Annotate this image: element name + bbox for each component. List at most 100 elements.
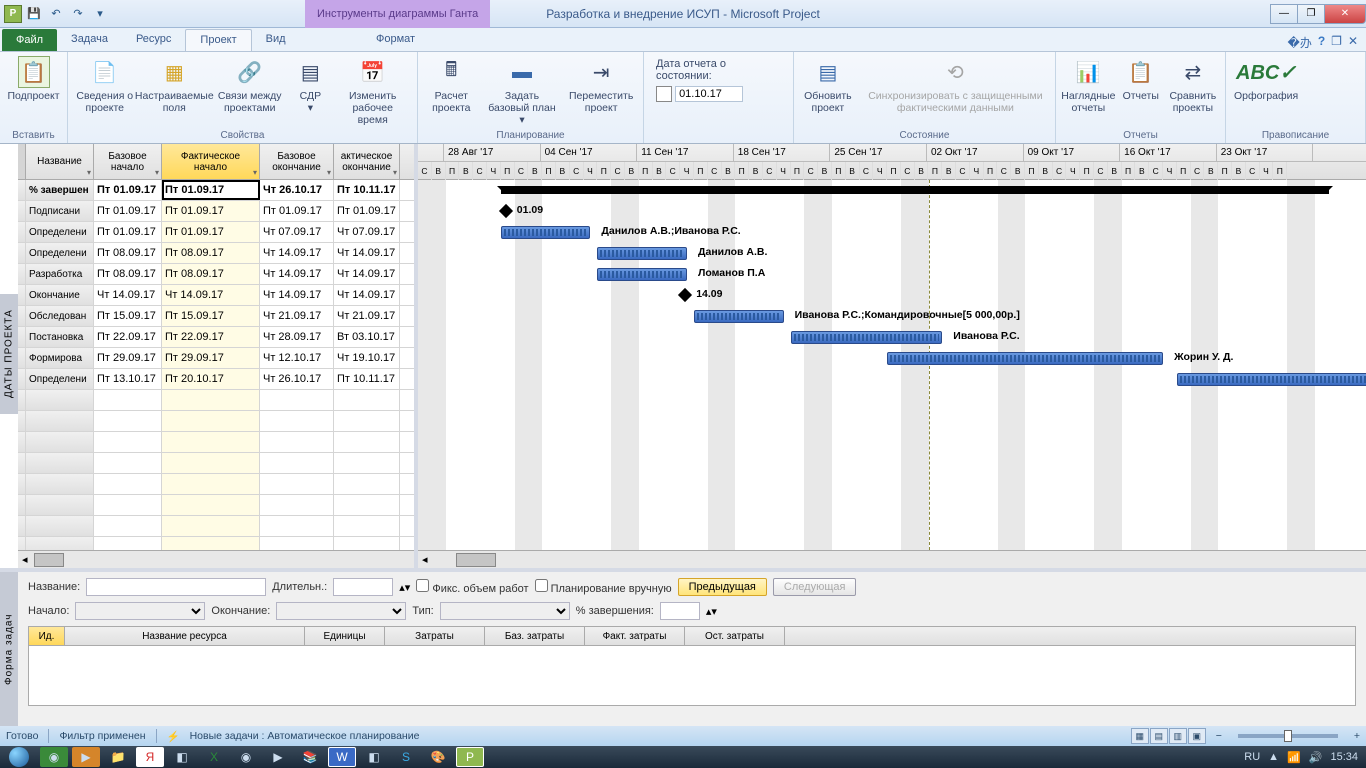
tb-icon-4[interactable]: ◧: [168, 747, 196, 767]
tb-icon-1[interactable]: ◉: [40, 747, 68, 767]
mdi-restore-icon[interactable]: ❐: [1331, 34, 1342, 51]
res-col-cost[interactable]: Затраты: [385, 627, 485, 645]
resource-grid-body[interactable]: [28, 646, 1356, 706]
col-actual-finish[interactable]: актическое окончание▾: [334, 144, 400, 179]
qat-more-icon[interactable]: ▾: [90, 4, 110, 24]
custom-fields-button[interactable]: ▦Настраиваемые поля: [140, 54, 209, 116]
baseline-button[interactable]: ▬Задать базовый план ▾: [483, 54, 562, 128]
ribbon-minimize-icon[interactable]: �办: [1288, 34, 1312, 51]
col-name[interactable]: Название▾: [26, 144, 94, 179]
table-row[interactable]: РазработкаПт 08.09.17Пт 08.09.17Чт 14.09…: [18, 264, 414, 285]
status-date-input[interactable]: [675, 86, 743, 102]
tab-resource[interactable]: Ресурс: [122, 29, 185, 51]
task-bar[interactable]: [887, 352, 1163, 365]
tb-icon-winrar[interactable]: 📚: [296, 747, 324, 767]
milestone[interactable]: [678, 288, 692, 302]
zoom-in-icon[interactable]: +: [1354, 730, 1360, 742]
tb-icon-excel[interactable]: X: [200, 747, 228, 767]
form-side-tab[interactable]: Форма задач: [0, 572, 18, 726]
task-bar[interactable]: [694, 310, 784, 323]
links-button[interactable]: 🔗Связи между проектами: [211, 54, 288, 116]
form-pct-input[interactable]: [660, 602, 700, 620]
mdi-close-icon[interactable]: ✕: [1348, 34, 1358, 51]
col-base-start[interactable]: Базовое начало▾: [94, 144, 162, 179]
task-bar[interactable]: [1177, 373, 1366, 386]
form-name-input[interactable]: [86, 578, 266, 596]
table-row[interactable]: ОпределениПт 13.10.17Пт 20.10.17Чт 26.10…: [18, 369, 414, 390]
compare-button[interactable]: ⇄Сравнить проекты: [1165, 54, 1221, 116]
spelling-button[interactable]: ABC✓Орфография: [1230, 54, 1302, 104]
calculate-button[interactable]: 🖩Расчет проекта: [422, 54, 481, 116]
minimize-button[interactable]: —: [1270, 4, 1298, 24]
tb-icon-skype[interactable]: S: [392, 747, 420, 767]
file-tab[interactable]: Файл: [2, 29, 57, 51]
prev-button[interactable]: Предыдущая: [678, 578, 767, 596]
view-team-icon[interactable]: ▥: [1169, 728, 1187, 744]
table-row[interactable]: % завершенПт 01.09.17Пт 01.09.17Чт 26.10…: [18, 180, 414, 201]
task-bar[interactable]: [791, 331, 943, 344]
table-row[interactable]: ПодписаниПт 01.09.17Пт 01.09.17Пт 01.09.…: [18, 201, 414, 222]
close-button[interactable]: ✕: [1324, 4, 1366, 24]
res-col-acost[interactable]: Факт. затраты: [585, 627, 685, 645]
col-base-finish[interactable]: Базовое окончание▾: [260, 144, 334, 179]
tab-project[interactable]: Проект: [185, 29, 251, 51]
project-info-button[interactable]: 📄Сведения о проекте: [72, 54, 138, 116]
subproject-button[interactable]: 📋Подпроект: [4, 54, 63, 104]
tab-task[interactable]: Задача: [57, 29, 122, 51]
res-col-units[interactable]: Единицы: [305, 627, 385, 645]
tray-lang[interactable]: RU: [1244, 751, 1260, 763]
view-resource-icon[interactable]: ▣: [1188, 728, 1206, 744]
res-col-name[interactable]: Название ресурса: [65, 627, 305, 645]
tb-icon-chrome[interactable]: ◉: [232, 747, 260, 767]
res-col-rcost[interactable]: Ост. затраты: [685, 627, 785, 645]
undo-icon[interactable]: ↶: [46, 4, 66, 24]
table-row[interactable]: ОпределениПт 08.09.17Пт 08.09.17Чт 14.09…: [18, 243, 414, 264]
working-time-button[interactable]: 📅Изменить рабочее время: [332, 54, 413, 128]
summary-bar[interactable]: [501, 186, 1329, 194]
gantt-hscroll[interactable]: ◂: [418, 550, 1366, 568]
visual-reports-button[interactable]: 📊Наглядные отчеты: [1060, 54, 1117, 116]
table-row[interactable]: ОпределениПт 01.09.17Пт 01.09.17Чт 07.09…: [18, 222, 414, 243]
pct-spinner[interactable]: ▴▾: [706, 605, 717, 618]
gantt-body[interactable]: 01.09Данилов А.В.;Иванова Р.С.Данилов А.…: [418, 180, 1366, 550]
view-usage-icon[interactable]: ▤: [1150, 728, 1168, 744]
grid-body[interactable]: % завершенПт 01.09.17Пт 01.09.17Чт 26.10…: [18, 180, 414, 550]
tb-icon-8[interactable]: 🎨: [424, 747, 452, 767]
timescale[interactable]: 28 Авг '1704 Сен '1711 Сен '1718 Сен '17…: [418, 144, 1366, 180]
grid-hscroll[interactable]: ◂: [18, 550, 414, 568]
view-gantt-icon[interactable]: ▦: [1131, 728, 1149, 744]
move-project-button[interactable]: ⇥Переместить проект: [563, 54, 639, 116]
app-icon[interactable]: P: [4, 5, 22, 23]
redo-icon[interactable]: ↷: [68, 4, 88, 24]
form-start-select[interactable]: [75, 602, 205, 620]
tb-icon-7[interactable]: ◧: [360, 747, 388, 767]
tray-flag-icon[interactable]: ▲: [1268, 751, 1279, 763]
tb-icon-project[interactable]: P: [456, 747, 484, 767]
task-bar[interactable]: [597, 247, 687, 260]
zoom-slider[interactable]: [1238, 734, 1338, 738]
maximize-button[interactable]: ❐: [1297, 4, 1325, 24]
tb-icon-player[interactable]: ▶: [72, 747, 100, 767]
tab-view[interactable]: Вид: [252, 29, 300, 51]
form-end-select[interactable]: [276, 602, 406, 620]
table-row[interactable]: ОкончаниеЧт 14.09.17Чт 14.09.17Чт 14.09.…: [18, 285, 414, 306]
tb-icon-word[interactable]: W: [328, 747, 356, 767]
form-manual-check[interactable]: [535, 579, 548, 592]
tab-format[interactable]: Формат: [362, 29, 429, 51]
duration-spinner[interactable]: ▴▾: [399, 581, 410, 594]
tb-icon-yandex[interactable]: Я: [136, 747, 164, 767]
form-type-select[interactable]: [440, 602, 570, 620]
reports-button[interactable]: 📋Отчеты: [1119, 54, 1163, 104]
tb-icon-explorer[interactable]: 📁: [104, 747, 132, 767]
col-actual-start[interactable]: Фактическое начало▾: [162, 144, 260, 179]
table-row[interactable]: ПостановкаПт 22.09.17Пт 22.09.17Чт 28.09…: [18, 327, 414, 348]
calendar-small-icon[interactable]: [656, 86, 672, 102]
tray-network-icon[interactable]: 📶: [1287, 751, 1301, 764]
grid-corner[interactable]: [18, 144, 26, 179]
res-col-bcost[interactable]: Баз. затраты: [485, 627, 585, 645]
milestone[interactable]: [499, 204, 513, 218]
task-bar[interactable]: [501, 226, 591, 239]
wbs-button[interactable]: ▤СДР ▾: [290, 54, 330, 116]
help-icon[interactable]: ?: [1318, 34, 1325, 51]
table-row[interactable]: ОбследованПт 15.09.17Пт 15.09.17Чт 21.09…: [18, 306, 414, 327]
